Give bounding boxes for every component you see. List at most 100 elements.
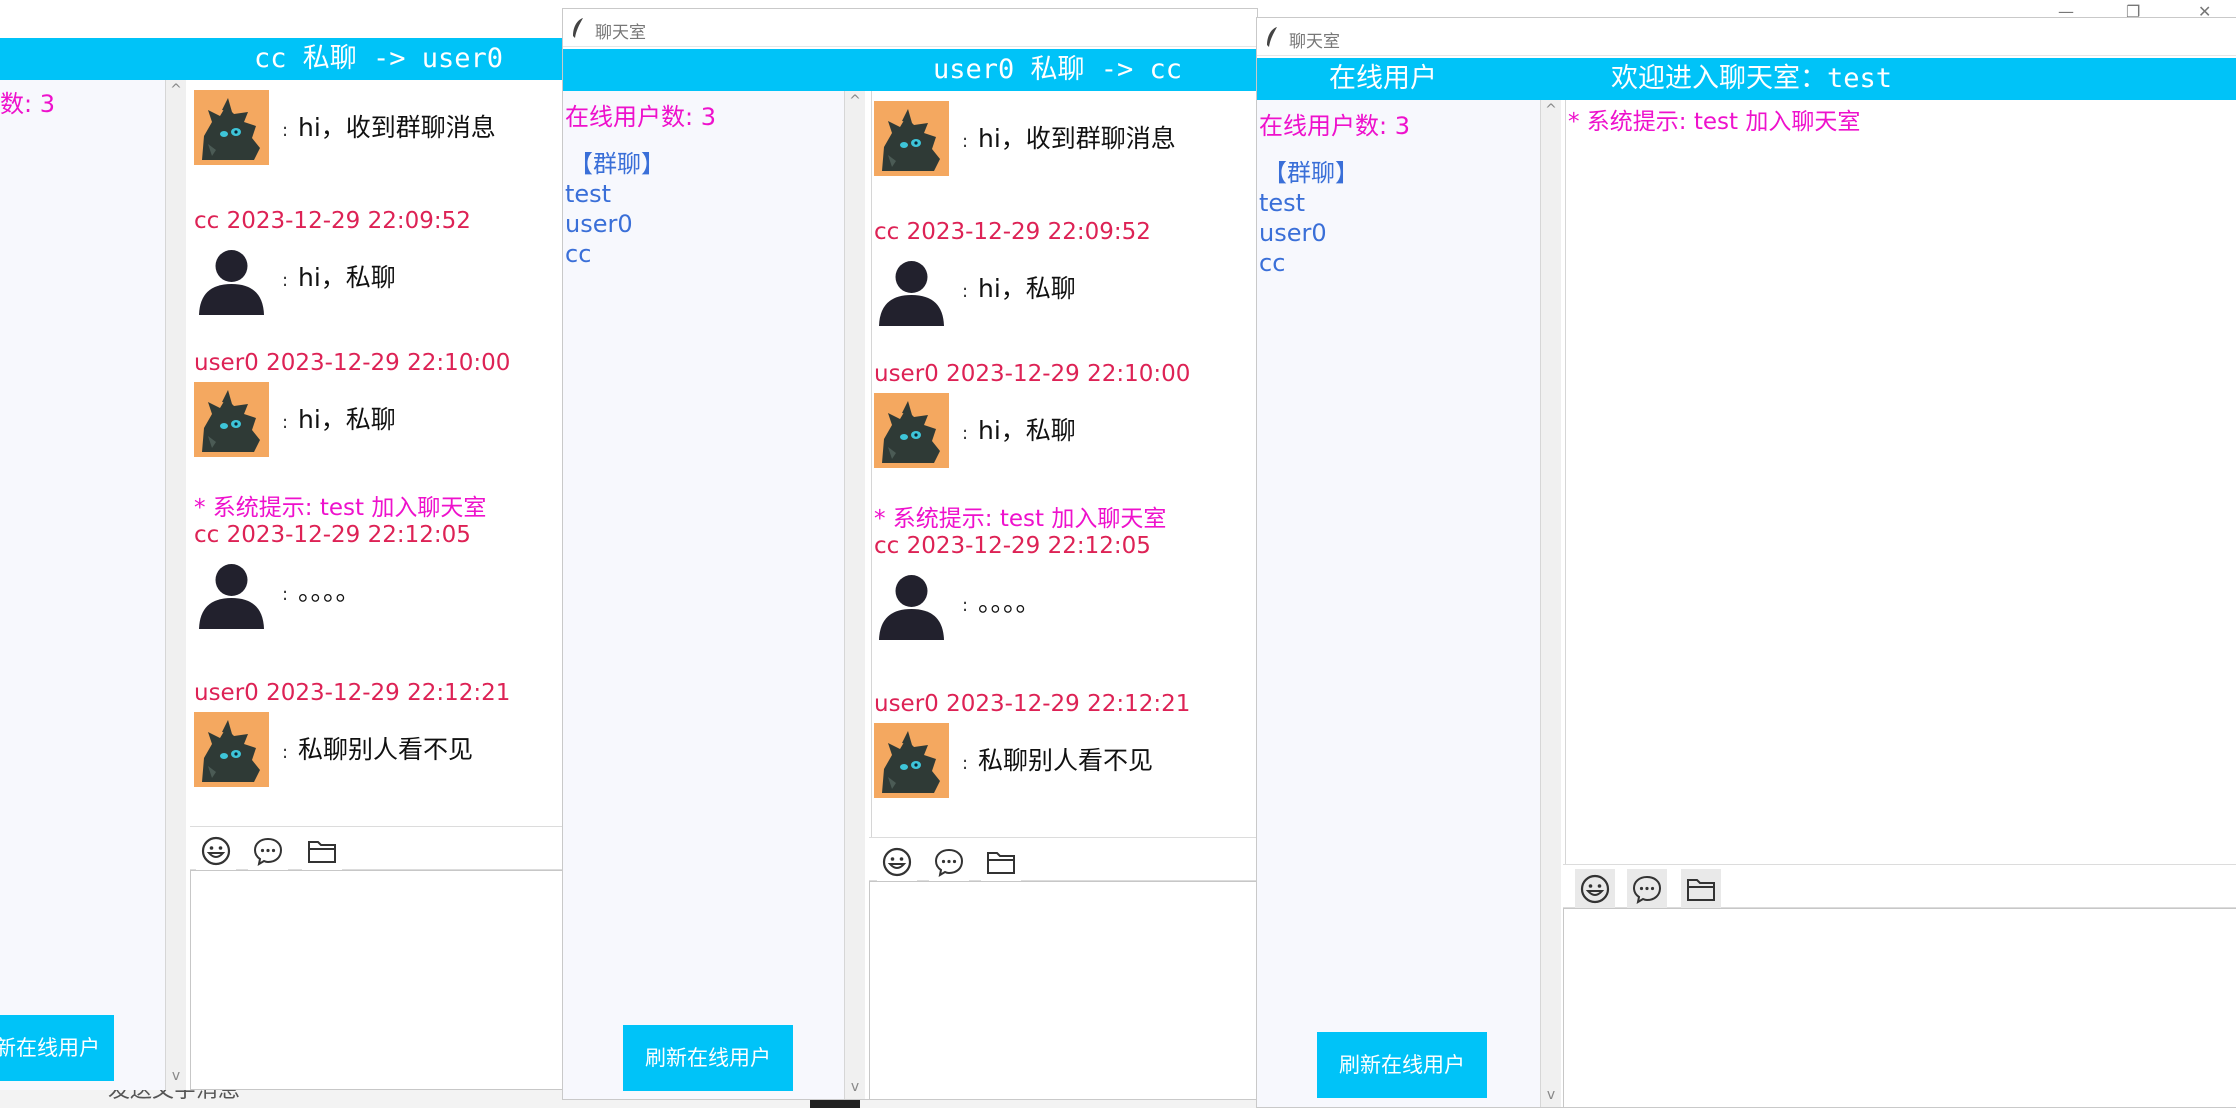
message-sender-time: cc 2023-12-29 22:09:52	[874, 219, 1151, 245]
feather-icon	[571, 17, 585, 39]
message-sender-time: user0 2023-12-29 22:04:10	[874, 91, 1190, 95]
dragon-avatar	[194, 90, 269, 165]
desktop: 发送文字消息 — ❐ ✕ cc 私聊 -> user0 数: 3 新在线用户 ^…	[0, 0, 2236, 1108]
chat-bubble-button[interactable]	[1627, 869, 1667, 909]
online-users-panel: 在线用户数: 3 【群聊】 test user0 cc 刷新在线用户	[1257, 100, 1541, 1107]
folder-icon	[306, 835, 338, 867]
message-colon: :	[962, 595, 969, 616]
file-button[interactable]	[302, 831, 342, 871]
message-item: cc 2023-12-29 22:12:05: 。。。。	[872, 533, 1257, 633]
message-text: hi，私聊	[298, 405, 396, 434]
message-toolbar	[1563, 864, 2236, 909]
feather-icon	[1265, 26, 1279, 48]
user-item-group-chat[interactable]: 【群聊】	[1263, 158, 1359, 188]
chat-window-cc: cc 私聊 -> user0 数: 3 新在线用户 ^ v user0 2023…	[0, 0, 570, 1090]
message-item: user0 2023-12-29 22:12:21: 私聊别人看不见	[192, 680, 570, 780]
chat-bubble-button[interactable]	[248, 831, 288, 871]
users-scrollbar[interactable]: ^ v	[166, 80, 186, 1090]
taskbar-fragment	[810, 1100, 860, 1108]
message-item: cc 2023-12-29 22:09:52: hi，私聊	[872, 219, 1257, 319]
chat-bubble-icon	[933, 846, 965, 878]
message-input[interactable]	[1563, 908, 2236, 1107]
message-colon: :	[962, 281, 969, 302]
message-sender-time: cc 2023-12-29 22:12:05	[194, 522, 471, 548]
online-user-list: 【群聊】 test user0 cc	[565, 149, 665, 269]
message-list: user0 2023-12-29 22:04:10: hi，收到群聊消息 cc 20…	[871, 91, 1257, 837]
private-chat-header: user0 私聊 -> cc	[563, 49, 1257, 91]
message-colon: :	[282, 584, 289, 605]
online-count-label: 在线用户数: 3	[1259, 112, 1410, 140]
folder-icon	[985, 846, 1017, 878]
message-colon: :	[282, 120, 289, 141]
private-chat-header: cc 私聊 -> user0	[0, 38, 570, 80]
message-toolbar	[869, 837, 1257, 882]
smile-icon	[200, 835, 232, 867]
room-header: 在线用户 欢迎进入聊天室：test	[1257, 58, 2236, 100]
silhouette-avatar	[874, 565, 949, 640]
silhouette-avatar	[194, 554, 269, 629]
emoji-button[interactable]	[196, 831, 236, 871]
silhouette-avatar	[194, 240, 269, 315]
online-count-label: 在线用户数: 3	[565, 103, 716, 131]
refresh-users-button[interactable]: 新在线用户	[0, 1015, 114, 1081]
message-colon: :	[282, 412, 289, 433]
file-button[interactable]	[1681, 869, 1721, 909]
message-item: cc 2023-12-29 22:12:05: 。。。。	[192, 522, 570, 622]
message-item: user0 2023-12-29 22:10:00: hi，私聊	[872, 361, 1257, 461]
message-toolbar	[190, 826, 570, 871]
silhouette-avatar	[874, 251, 949, 326]
message-colon: :	[962, 131, 969, 152]
window-titlebar[interactable]: 聊天室	[563, 9, 1257, 47]
user-item-cc[interactable]: cc	[565, 239, 665, 269]
refresh-users-button[interactable]: 刷新在线用户	[1317, 1032, 1487, 1098]
user-item-group-chat[interactable]: 【群聊】	[569, 149, 665, 179]
emoji-button[interactable]	[1575, 869, 1615, 909]
user-item-test[interactable]: test	[1259, 188, 1359, 218]
user-item-cc[interactable]: cc	[1259, 248, 1359, 278]
refresh-users-button[interactable]: 刷新在线用户	[623, 1025, 793, 1091]
message-text: hi，收到群聊消息	[978, 124, 1176, 153]
message-colon: :	[282, 270, 289, 291]
user-item-user0[interactable]: user0	[565, 209, 665, 239]
message-text: 私聊别人看不见	[978, 746, 1154, 775]
welcome-heading: 欢迎进入聊天室：test	[1611, 63, 1893, 94]
message-text: 。。。。	[298, 577, 361, 606]
dragon-avatar	[874, 393, 949, 468]
users-scrollbar[interactable]: ^ v	[1541, 100, 1561, 1107]
chat-window-test: 聊天室 在线用户 欢迎进入聊天室：test 在线用户数: 3 【群聊】 test…	[1256, 17, 2236, 1108]
chat-bubble-button[interactable]	[929, 842, 969, 882]
window-title: 聊天室	[595, 23, 646, 43]
message-sender-time: user0 2023-12-29 22:12:21	[194, 680, 511, 706]
user-item-test[interactable]: test	[565, 179, 665, 209]
dragon-avatar	[194, 712, 269, 787]
message-input[interactable]	[190, 870, 570, 1090]
message-text: hi，私聊	[298, 263, 396, 292]
message-item: user0 2023-12-29 22:04:10: hi，收到群聊消息	[872, 91, 1257, 169]
message-sender-time: cc 2023-12-29 22:09:52	[194, 208, 471, 234]
chat-window-user0: 聊天室 user0 私聊 -> cc 在线用户数: 3 【群聊】 test us…	[562, 8, 1258, 1100]
window-titlebar[interactable]: 聊天室	[1257, 18, 2236, 56]
users-scrollbar[interactable]: ^ v	[845, 91, 865, 1099]
system-message: * 系统提示: test 加入聊天室	[1568, 109, 1861, 135]
chat-bubble-icon	[252, 835, 284, 867]
message-text: 私聊别人看不见	[298, 735, 474, 764]
message-item: user0 2023-12-29 22:10:00: hi，私聊	[192, 350, 570, 450]
message-list: * 系统提示: test 加入聊天室	[1565, 100, 2236, 864]
window-title: 聊天室	[1289, 32, 1340, 52]
message-item: cc 2023-12-29 22:09:52: hi，私聊	[192, 208, 570, 308]
smile-icon	[881, 846, 913, 878]
system-message: * 系统提示: test 加入聊天室	[874, 506, 1167, 532]
message-colon: :	[282, 742, 289, 763]
emoji-button[interactable]	[877, 842, 917, 882]
dragon-avatar	[194, 382, 269, 457]
message-text: hi，私聊	[978, 416, 1076, 445]
message-item: user0 2023-12-29 22:12:21: 私聊别人看不见	[872, 691, 1257, 791]
dragon-avatar	[874, 723, 949, 798]
message-input[interactable]	[869, 881, 1257, 1099]
file-button[interactable]	[981, 842, 1021, 882]
online-user-list: 【群聊】 test user0 cc	[1259, 158, 1359, 278]
user-item-user0[interactable]: user0	[1259, 218, 1359, 248]
online-users-panel: 数: 3 新在线用户	[0, 80, 166, 1090]
online-users-heading: 在线用户	[1329, 63, 1437, 94]
message-sender-time: cc 2023-12-29 22:12:05	[874, 533, 1151, 559]
